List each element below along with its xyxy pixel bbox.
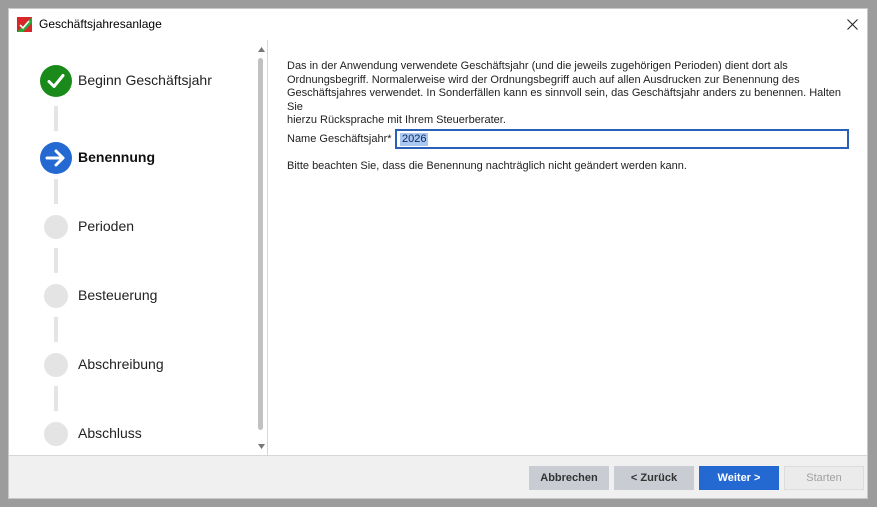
name-geschaeftsjahr-input[interactable]: 2026 [395, 129, 849, 149]
step-abschluss[interactable]: Abschluss [40, 418, 250, 450]
description-block: Das in der Anwendung verwendete Geschäft… [287, 60, 852, 128]
step-besteuerung[interactable]: Besteuerung [40, 280, 250, 312]
start-button[interactable]: Starten [784, 466, 864, 490]
triangle-up-icon [257, 46, 265, 52]
step-label: Benennung [78, 149, 155, 165]
wizard-window: Geschäftsjahresanlage Beginn Geschäftsja… [8, 8, 868, 499]
arrow-right-icon [45, 149, 65, 167]
scroll-thumb[interactable] [258, 58, 263, 430]
step-pending-indicator [44, 353, 68, 377]
step-pending-indicator [44, 215, 68, 239]
info-note: Bitte beachten Sie, dass die Benennung n… [287, 160, 687, 172]
window-title: Geschäftsjahresanlage [39, 17, 162, 31]
step-connector [54, 179, 58, 204]
close-icon [846, 18, 858, 30]
name-field-label: Name Geschäftsjahr* [287, 133, 392, 145]
step-pending-indicator [44, 284, 68, 308]
app-logo-icon [17, 17, 32, 32]
step-pending-indicator [44, 422, 68, 446]
step-abschreibung[interactable]: Abschreibung [40, 349, 250, 381]
check-icon [47, 74, 65, 88]
selected-input-text: 2026 [400, 132, 429, 146]
step-label: Abschluss [78, 425, 142, 441]
description-line: Geschäftsjahres verwendet. In Sonderfäll… [287, 87, 841, 113]
step-perioden[interactable]: Perioden [40, 211, 250, 243]
close-button[interactable] [841, 13, 863, 35]
step-active-indicator [40, 142, 72, 174]
description-line: Das in der Anwendung verwendete Geschäft… [287, 60, 788, 72]
step-beginn-geschaeftsjahr[interactable]: Beginn Geschäftsjahr [40, 65, 250, 97]
step-connector [54, 386, 58, 411]
step-benennung[interactable]: Benennung [40, 142, 250, 174]
description-line: Ordnungsbegriff. Normalerweise wird der … [287, 73, 800, 86]
scroll-down-button[interactable] [255, 440, 267, 452]
description-line: hierzu Rücksprache mit Ihrem Steuerberat… [287, 114, 506, 126]
scroll-up-button[interactable] [255, 43, 267, 55]
step-label: Perioden [78, 218, 135, 234]
step-label: Abschreibung [78, 356, 164, 372]
step-done-indicator [40, 65, 72, 97]
name-field-row: Name Geschäftsjahr* 2026 [287, 129, 852, 151]
button-bar: Abbrechen < Zurück Weiter > Starten [9, 455, 867, 498]
step-connector [54, 106, 58, 131]
panel-divider [267, 40, 268, 455]
title-bar: Geschäftsjahresanlage [9, 9, 867, 40]
step-connector [54, 248, 58, 273]
back-button[interactable]: < Zurück [614, 466, 694, 490]
step-connector [54, 317, 58, 342]
step-label: Beginn Geschäftsjahr [78, 72, 212, 88]
steps-sidebar: Beginn Geschäftsjahr Benennung Perioden … [9, 40, 255, 455]
cancel-button[interactable]: Abbrechen [529, 466, 609, 490]
sidebar-scrollbar[interactable] [255, 40, 267, 455]
triangle-down-icon [257, 443, 265, 449]
next-button[interactable]: Weiter > [699, 466, 779, 490]
step-label: Besteuerung [78, 287, 158, 303]
